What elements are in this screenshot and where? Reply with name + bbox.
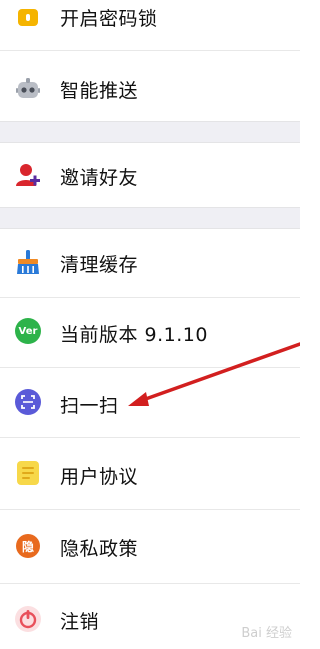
settings-item-version: Ver 当前版本 9.1.10 [0,298,300,366]
settings-item-smart-push[interactable]: 智能推送 [0,58,300,120]
version-icon: Ver [15,318,41,344]
settings-item-user-agreement[interactable]: 用户协议 [0,438,300,508]
logout-icon [15,606,41,632]
privacy-icon: 隐 [15,533,41,559]
settings-item-password-lock[interactable]: 开启密码锁 [0,0,300,44]
section-gap [0,207,300,229]
settings-item-invite-friends[interactable]: 邀请好友 [0,143,300,207]
settings-item-label: 邀请好友 [60,167,139,189]
broom-icon [15,249,41,275]
add-user-icon [15,162,41,188]
settings-item-scan[interactable]: 扫一扫 [0,368,300,436]
settings-item-label: 用户协议 [60,466,139,488]
scan-icon [15,389,41,415]
watermark: Bai 经验 [241,626,292,641]
settings-item-label: 扫一扫 [60,395,119,417]
settings-item-label: 开启密码锁 [60,8,158,30]
settings-item-privacy-policy[interactable]: 隐 隐私政策 [0,510,300,582]
document-icon [15,460,41,486]
settings-item-label: 隐私政策 [60,538,139,560]
section-gap [0,121,300,143]
settings-item-label: 注销 [60,611,100,633]
lock-icon [15,2,41,28]
settings-item-clear-cache[interactable]: 清理缓存 [0,229,300,295]
robot-icon [15,76,41,102]
settings-item-label: 当前版本 9.1.10 [60,324,208,346]
settings-item-label: 智能推送 [60,80,139,102]
settings-item-label: 清理缓存 [60,254,139,276]
